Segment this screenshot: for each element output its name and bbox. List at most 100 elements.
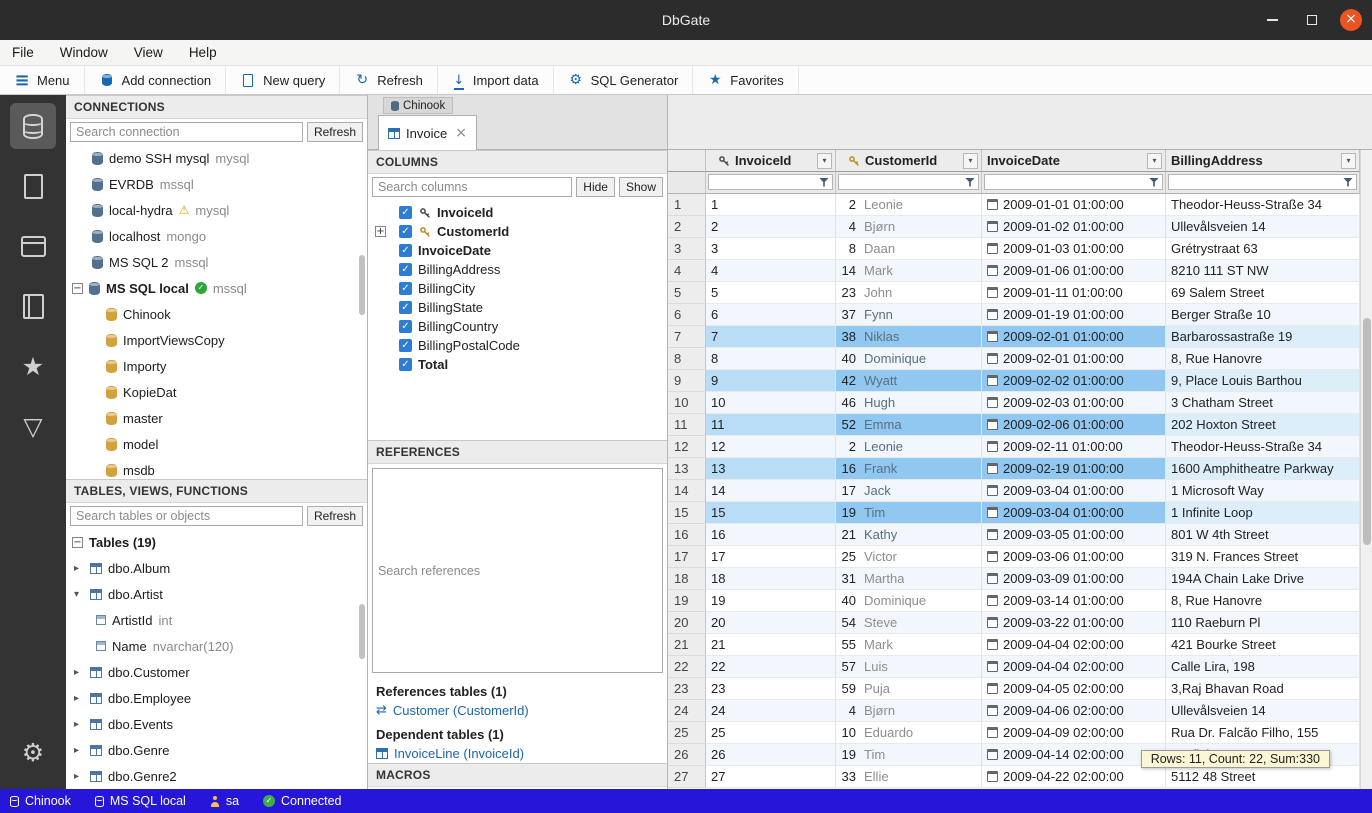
- table-row[interactable]: 111152Emma2009-02-06 01:00:00202 Hoxton …: [668, 414, 1360, 436]
- filter-input-customerid[interactable]: [839, 175, 965, 189]
- billing-address-cell[interactable]: 69 Salem Street: [1166, 282, 1360, 304]
- add-connection-button[interactable]: Add connection: [85, 66, 227, 94]
- billing-address-cell[interactable]: 8, Rue Hanovre: [1166, 348, 1360, 370]
- table-row[interactable]: 9942Wyatt2009-02-02 01:00:009, Place Lou…: [668, 370, 1360, 392]
- menu-file[interactable]: File: [12, 45, 34, 60]
- customer-id-cell[interactable]: 10Eduardo: [836, 722, 982, 744]
- invoice-date-cell[interactable]: 2009-04-14 02:00:00: [982, 744, 1166, 766]
- table-row[interactable]: 8840Dominique2009-02-01 01:00:008, Rue H…: [668, 348, 1360, 370]
- show-column-button[interactable]: Show: [619, 177, 663, 197]
- billing-address-cell[interactable]: 3 Chatham Street: [1166, 392, 1360, 414]
- menu-button[interactable]: Menu: [0, 66, 85, 94]
- invoice-date-cell[interactable]: 2009-02-01 01:00:00: [982, 348, 1166, 370]
- database-item[interactable]: msdb: [66, 457, 367, 479]
- filter-input-billingaddress[interactable]: [1169, 175, 1343, 189]
- billing-address-cell[interactable]: Ullevålsveien 14: [1166, 700, 1360, 722]
- invoice-id-cell[interactable]: 6: [706, 304, 836, 326]
- collapse-toggle-icon[interactable]: −: [72, 537, 83, 548]
- billing-address-cell[interactable]: 202 Hoxton Street: [1166, 414, 1360, 436]
- customer-id-cell[interactable]: 54Steve: [836, 612, 982, 634]
- invoice-date-cell[interactable]: 2009-03-04 01:00:00: [982, 502, 1166, 524]
- customer-id-cell[interactable]: 4Bjørn: [836, 700, 982, 722]
- table-row[interactable]: 181831Martha2009-03-09 01:00:00194A Chai…: [668, 568, 1360, 590]
- billing-address-cell[interactable]: 9, Place Louis Barthou: [1166, 370, 1360, 392]
- customer-id-cell[interactable]: 40Dominique: [836, 348, 982, 370]
- invoice-id-cell[interactable]: 15: [706, 502, 836, 524]
- chevron-icon[interactable]: [74, 563, 84, 574]
- expand-toggle-icon[interactable]: +: [375, 226, 386, 237]
- columns-search-input[interactable]: [372, 177, 572, 197]
- column-visibility-row[interactable]: Total: [368, 355, 667, 374]
- invoice-id-cell[interactable]: 18: [706, 568, 836, 590]
- column-visibility-row[interactable]: BillingCountry: [368, 317, 667, 336]
- billing-address-cell[interactable]: Rua Dr. Falcão Filho, 155: [1166, 722, 1360, 744]
- customer-id-cell[interactable]: 21Kathy: [836, 524, 982, 546]
- invoice-date-cell[interactable]: 2009-03-22 01:00:00: [982, 612, 1166, 634]
- statusbar-user[interactable]: sa: [210, 794, 239, 808]
- database-item[interactable]: model: [66, 431, 367, 457]
- sidebar-item-settings[interactable]: [10, 729, 56, 775]
- invoice-date-cell[interactable]: 2009-02-01 01:00:00: [982, 326, 1166, 348]
- database-item[interactable]: master: [66, 405, 367, 431]
- invoice-date-cell[interactable]: 2009-04-04 02:00:00: [982, 634, 1166, 656]
- statusbar-connection[interactable]: MS SQL local: [95, 794, 186, 808]
- references-search-input[interactable]: [372, 468, 663, 673]
- table-row[interactable]: 4414Mark2009-01-06 01:00:008210 111 ST N…: [668, 260, 1360, 282]
- menu-help[interactable]: Help: [189, 45, 217, 60]
- column-header-customerid[interactable]: CustomerId: [836, 150, 982, 172]
- customer-id-cell[interactable]: 14Mark: [836, 260, 982, 282]
- table-item[interactable]: dbo.Album: [66, 555, 367, 581]
- invoice-date-cell[interactable]: 2009-01-02 01:00:00: [982, 216, 1166, 238]
- close-tab-icon[interactable]: [455, 125, 467, 141]
- funnel-icon[interactable]: [1149, 178, 1159, 187]
- tables-scrollbar[interactable]: [359, 604, 365, 659]
- column-checkbox[interactable]: [399, 339, 412, 352]
- sidebar-item-archive[interactable]: [10, 223, 56, 269]
- invoice-date-cell[interactable]: 2009-04-04 02:00:00: [982, 656, 1166, 678]
- billing-address-cell[interactable]: 319 N. Frances Street: [1166, 546, 1360, 568]
- invoice-id-cell[interactable]: 5: [706, 282, 836, 304]
- column-checkbox[interactable]: [399, 282, 412, 295]
- invoice-id-cell[interactable]: 27: [706, 766, 836, 788]
- invoice-id-cell[interactable]: 12: [706, 436, 836, 458]
- sidebar-item-history[interactable]: [10, 283, 56, 329]
- table-row[interactable]: 131316Frank2009-02-19 01:00:001600 Amphi…: [668, 458, 1360, 480]
- invoice-date-cell[interactable]: 2009-03-04 01:00:00: [982, 480, 1166, 502]
- invoice-date-cell[interactable]: 2009-01-06 01:00:00: [982, 260, 1166, 282]
- customer-id-cell[interactable]: 55Mark: [836, 634, 982, 656]
- billing-address-cell[interactable]: Berger Straße 10: [1166, 304, 1360, 326]
- customer-id-cell[interactable]: 38Niklas: [836, 326, 982, 348]
- reference-link-customer[interactable]: Customer (CustomerId): [368, 701, 667, 720]
- customer-id-cell[interactable]: 19Tim: [836, 744, 982, 766]
- billing-address-cell[interactable]: 1600 Amphitheatre Parkway: [1166, 458, 1360, 480]
- filter-input-invoicedate[interactable]: [985, 175, 1149, 189]
- billing-address-cell[interactable]: 801 W 4th Street: [1166, 524, 1360, 546]
- customer-id-cell[interactable]: 52Emma: [836, 414, 982, 436]
- table-row[interactable]: 101046Hugh2009-02-03 01:00:003 Chatham S…: [668, 392, 1360, 414]
- table-row[interactable]: 171725Victor2009-03-06 01:00:00319 N. Fr…: [668, 546, 1360, 568]
- sidebar-item-files[interactable]: [10, 163, 56, 209]
- statusbar-database[interactable]: Chinook: [10, 794, 71, 808]
- sql-generator-button[interactable]: SQL Generator: [554, 66, 694, 94]
- table-row[interactable]: 161621Kathy2009-03-05 01:00:00801 W 4th …: [668, 524, 1360, 546]
- billing-address-cell[interactable]: Calle Lira, 198: [1166, 656, 1360, 678]
- column-menu-button[interactable]: [1147, 153, 1162, 169]
- chevron-icon[interactable]: [74, 693, 84, 704]
- invoice-date-cell[interactable]: 2009-02-03 01:00:00: [982, 392, 1166, 414]
- table-item[interactable]: dbo.Genre2: [66, 763, 367, 789]
- reference-link-invoiceline[interactable]: InvoiceLine (InvoiceId): [368, 744, 667, 763]
- customer-id-cell[interactable]: 33Ellie: [836, 766, 982, 788]
- database-item[interactable]: Importy: [66, 353, 367, 379]
- invoice-date-cell[interactable]: 2009-02-11 01:00:00: [982, 436, 1166, 458]
- invoice-date-cell[interactable]: 2009-04-09 02:00:00: [982, 722, 1166, 744]
- funnel-icon[interactable]: [965, 178, 975, 187]
- table-row[interactable]: 212155Mark2009-04-04 02:00:00421 Bourke …: [668, 634, 1360, 656]
- invoice-id-cell[interactable]: 13: [706, 458, 836, 480]
- column-visibility-row[interactable]: InvoiceDate: [368, 241, 667, 260]
- billing-address-cell[interactable]: 194A Chain Lake Drive: [1166, 568, 1360, 590]
- billing-address-cell[interactable]: 8, Rue Hanovre: [1166, 590, 1360, 612]
- tables-search-input[interactable]: [70, 506, 303, 526]
- column-visibility-row[interactable]: BillingPostalCode: [368, 336, 667, 355]
- tables-root-item[interactable]: −Tables (19): [66, 529, 367, 555]
- chevron-icon[interactable]: [74, 719, 84, 730]
